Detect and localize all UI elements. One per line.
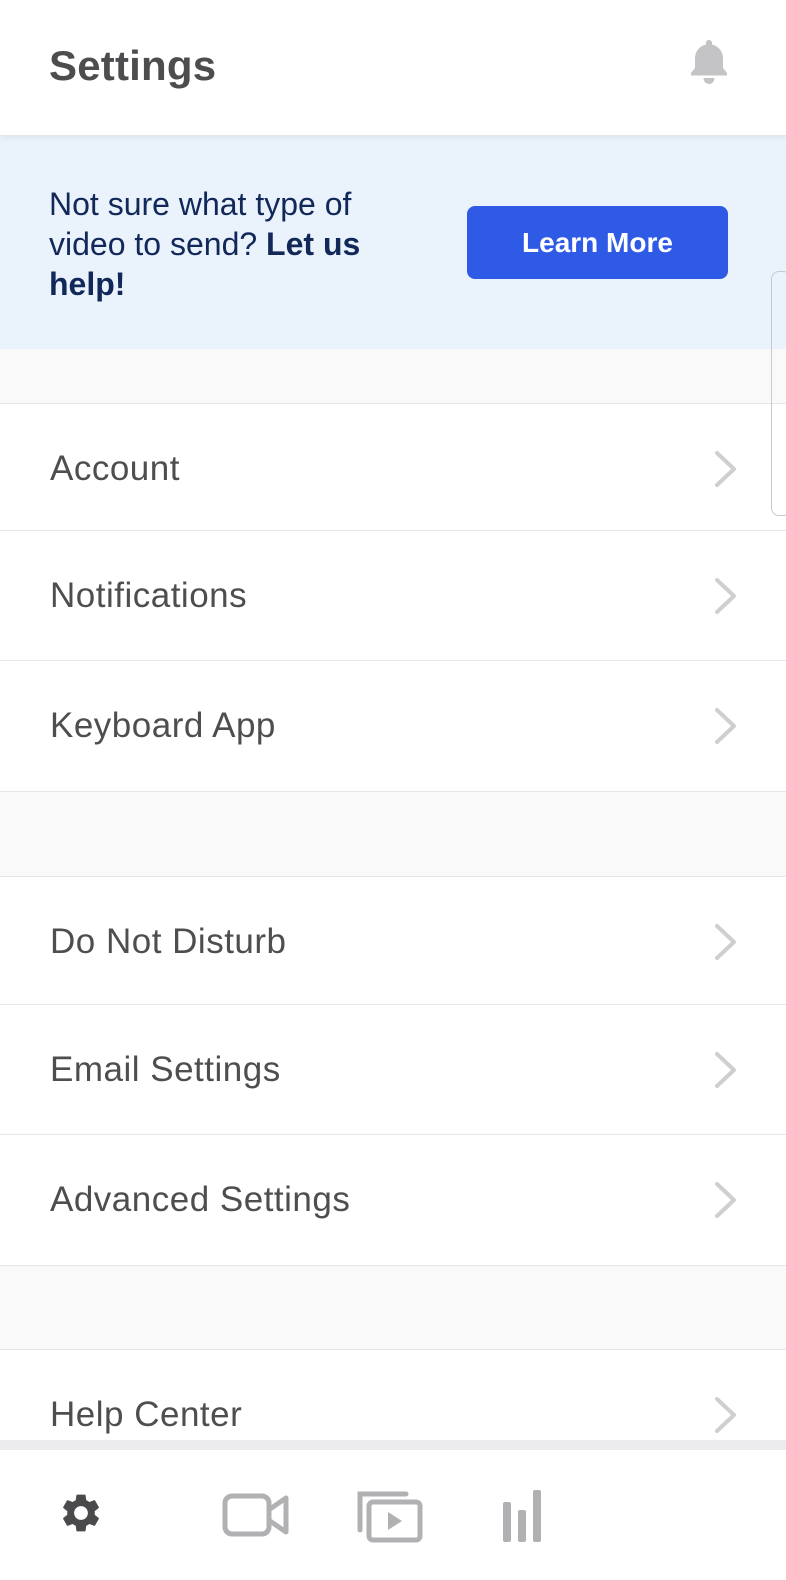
- bell-icon[interactable]: [688, 37, 730, 87]
- row-label: Email Settings: [50, 1049, 281, 1089]
- learn-more-button[interactable]: Learn More: [467, 206, 728, 279]
- settings-screen: Settings Not sure what type of video to …: [0, 0, 786, 1580]
- video-camera-icon[interactable]: [222, 1490, 290, 1540]
- settings-row-notifications[interactable]: Notifications: [0, 530, 786, 660]
- chevron-right-icon: [715, 450, 736, 487]
- row-label: Advanced Settings: [50, 1180, 351, 1219]
- row-label: Do Not Disturb: [50, 921, 287, 961]
- row-label: Notifications: [50, 575, 248, 615]
- scroll-indicator[interactable]: [771, 271, 786, 516]
- top-header: Settings: [0, 0, 786, 136]
- video-library-icon[interactable]: [356, 1488, 424, 1544]
- settings-row-account[interactable]: Account: [0, 403, 786, 533]
- page-title: Settings: [49, 42, 217, 89]
- chevron-right-icon: [715, 1182, 736, 1218]
- settings-row-email-settings[interactable]: Email Settings: [0, 1004, 786, 1134]
- row-label: Keyboard App: [50, 706, 276, 745]
- row-label: Help Center: [50, 1394, 243, 1434]
- banner-message: Not sure what type of video to send? Let…: [49, 184, 399, 304]
- chevron-right-icon: [715, 923, 736, 960]
- chevron-right-icon: [715, 1396, 736, 1433]
- chevron-right-icon: [715, 577, 736, 614]
- settings-row-keyboard-app[interactable]: Keyboard App: [0, 660, 786, 792]
- row-label: Account: [50, 448, 180, 488]
- settings-row-advanced-settings[interactable]: Advanced Settings: [0, 1134, 786, 1266]
- settings-row-do-not-disturb[interactable]: Do Not Disturb: [0, 876, 786, 1006]
- gear-icon[interactable]: [58, 1490, 104, 1536]
- chevron-right-icon: [715, 708, 736, 744]
- bottom-tab-bar: [0, 1440, 786, 1580]
- chevron-right-icon: [715, 1051, 736, 1088]
- stats-bars-icon[interactable]: [500, 1488, 544, 1544]
